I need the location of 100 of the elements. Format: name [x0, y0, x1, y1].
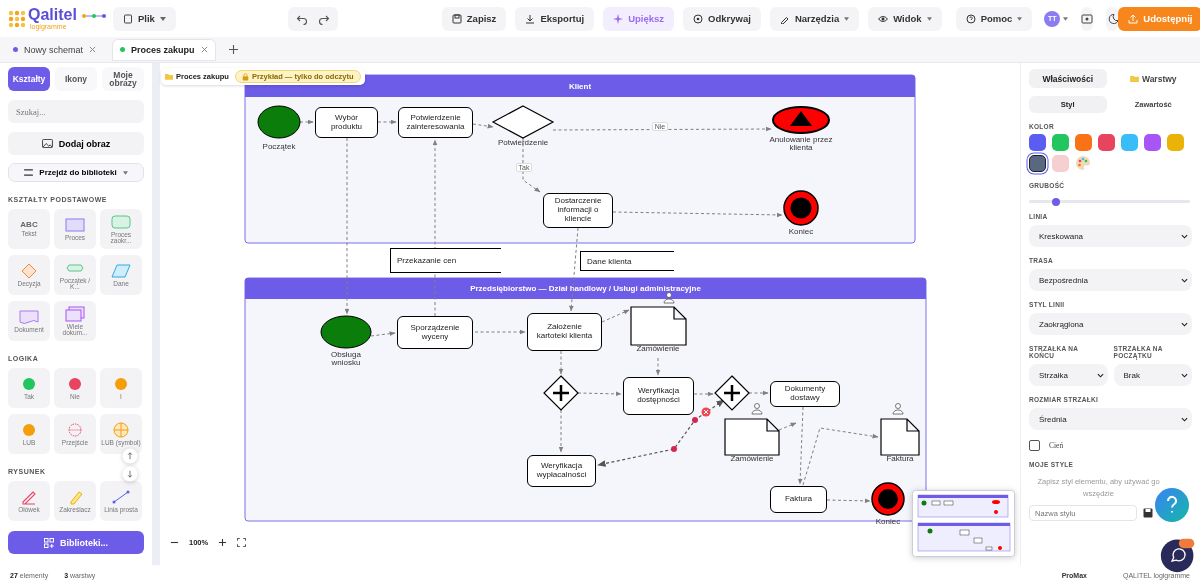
checkbox[interactable]	[1029, 440, 1040, 452]
connector-arrow	[472, 123, 494, 129]
process-step: Dokumenty dostawy	[770, 381, 840, 407]
color-swatch[interactable]	[1144, 134, 1161, 151]
connector-arrow	[299, 119, 314, 125]
document-tab[interactable]: Proces zakupu	[113, 39, 215, 60]
panel-tab[interactable]: Warstwy	[1114, 69, 1192, 88]
cancel-event	[772, 106, 830, 134]
explore-button[interactable]: Odkrywaj	[683, 6, 761, 31]
edge-handle[interactable]	[692, 417, 698, 423]
minimap[interactable]	[912, 490, 1015, 557]
color-swatch[interactable]	[1029, 155, 1046, 172]
floppy-icon	[451, 13, 462, 24]
connector-arrow	[655, 357, 661, 376]
shape-label: Obsługa wniosku	[330, 351, 362, 368]
palette-icon[interactable]	[1075, 155, 1091, 171]
person-icon	[663, 292, 675, 304]
dropdown[interactable]: Bezpośrednia	[1029, 269, 1192, 291]
text-sample: ABC	[20, 220, 38, 230]
document-tab[interactable]: Nowy schemat	[6, 39, 104, 60]
multidoc-shape-icon	[63, 305, 87, 322]
rect-shape-icon	[63, 216, 87, 233]
connector-arrow	[693, 391, 714, 397]
chat-button[interactable]	[1160, 537, 1196, 573]
panel-tab[interactable]: Właściwości	[1029, 69, 1107, 88]
process-step: Potwierdzenie zainteresowania	[398, 107, 473, 138]
message-annotation: Dane klienta	[580, 251, 674, 271]
save-button[interactable]: Zapisz	[441, 6, 507, 31]
grid-plus-icon	[44, 537, 54, 548]
end-event	[871, 482, 905, 516]
connector-arrow	[377, 119, 397, 125]
color-swatch[interactable]	[1052, 134, 1069, 151]
slider-thumb[interactable]	[1052, 197, 1061, 206]
color-swatch[interactable]	[1098, 134, 1115, 151]
connector-arrow	[370, 331, 396, 337]
connector-arrow	[577, 391, 622, 397]
close-icon[interactable]	[89, 46, 97, 53]
question-icon	[965, 13, 976, 24]
library-dropdown[interactable]: Przejdź do biblioteki	[8, 163, 144, 182]
color-swatch[interactable]	[1167, 134, 1184, 151]
sidebar-tab[interactable]: Kształty	[8, 67, 50, 91]
connector-arrow	[558, 350, 564, 375]
document-shape-icon	[17, 308, 41, 325]
add-image-button[interactable]: Dodaj obraz	[8, 132, 144, 155]
color-swatch[interactable]	[1029, 134, 1046, 151]
tools-button[interactable]: Narzędzia	[769, 6, 860, 31]
connector-arrow	[748, 390, 769, 396]
process-step: Sporządzenie wyceny	[397, 316, 473, 349]
process-step: Weryfikacja wypłacalności	[527, 455, 596, 487]
help-button[interactable]: Pomoc	[955, 6, 1033, 31]
connector-arrow	[601, 309, 630, 323]
message-annotation: Przekazanie cen	[390, 248, 501, 273]
search-field[interactable]: Szukaj...	[8, 100, 144, 123]
save-icon[interactable]	[1143, 508, 1153, 519]
chevron-icon	[1181, 321, 1188, 327]
chevron-icon	[1181, 416, 1188, 422]
moon-icon	[1106, 12, 1119, 25]
delete-icon[interactable]	[701, 407, 711, 417]
tab-label: Proces zakupu	[131, 44, 195, 55]
export-button[interactable]: Eksportuj	[515, 6, 595, 31]
close-icon[interactable]	[200, 46, 208, 53]
dropdown[interactable]: Średnia	[1029, 408, 1192, 431]
sidebar-tab[interactable]: Ikony	[55, 67, 97, 91]
decision-diamond	[491, 105, 555, 139]
logo-text: Qalitel	[28, 7, 77, 23]
color-swatch[interactable]	[1075, 134, 1092, 151]
present-button[interactable]	[1081, 6, 1094, 31]
pool-header: Przedsiębiorstwo — Dział handlowy / Usługi administracyjne	[245, 278, 926, 299]
shape-label: Koniec	[875, 518, 901, 527]
dropdown[interactable]: Kreskowana	[1029, 225, 1192, 247]
add-tab-icon[interactable]	[228, 45, 238, 54]
libraries-button[interactable]: Biblioteki...	[8, 531, 144, 554]
process-step: Dostarczenie informacji o kliencie	[543, 193, 613, 228]
lines-icon	[24, 169, 34, 176]
dark-mode-button[interactable]	[1106, 6, 1119, 31]
fullscreen-icon[interactable]	[237, 538, 247, 547]
color-swatch[interactable]	[1121, 134, 1138, 151]
dropdown[interactable]: Zaokrąglona	[1029, 313, 1192, 335]
dropdown[interactable]: Brak	[1113, 364, 1192, 387]
upload-icon	[1128, 13, 1139, 24]
file-menu[interactable]: Plik	[112, 6, 176, 31]
folder-icon	[165, 73, 173, 80]
color-swatch[interactable]	[1052, 155, 1069, 172]
download-icon	[525, 13, 536, 24]
caret-icon	[1063, 16, 1069, 21]
logo-icon	[8, 9, 26, 28]
selected-connector[interactable]	[597, 399, 725, 467]
chevron-icon	[1181, 233, 1188, 239]
sidebar-tab[interactable]: Moje obrazy	[102, 67, 144, 91]
document-shape	[724, 418, 780, 456]
tab-label: Nowy schemat	[24, 44, 84, 55]
zoom-in-button[interactable]	[218, 538, 228, 547]
dropdown[interactable]: Strzałka	[1029, 364, 1108, 387]
document-shape	[880, 418, 920, 456]
view-button[interactable]: Widok	[868, 6, 942, 31]
process-step: Założenie kartoteki klienta	[527, 313, 602, 351]
shape-label: Zamówienie	[730, 455, 774, 464]
document-shape	[630, 306, 687, 346]
edge-handle[interactable]	[671, 446, 677, 452]
chevron-icon	[1096, 372, 1104, 378]
